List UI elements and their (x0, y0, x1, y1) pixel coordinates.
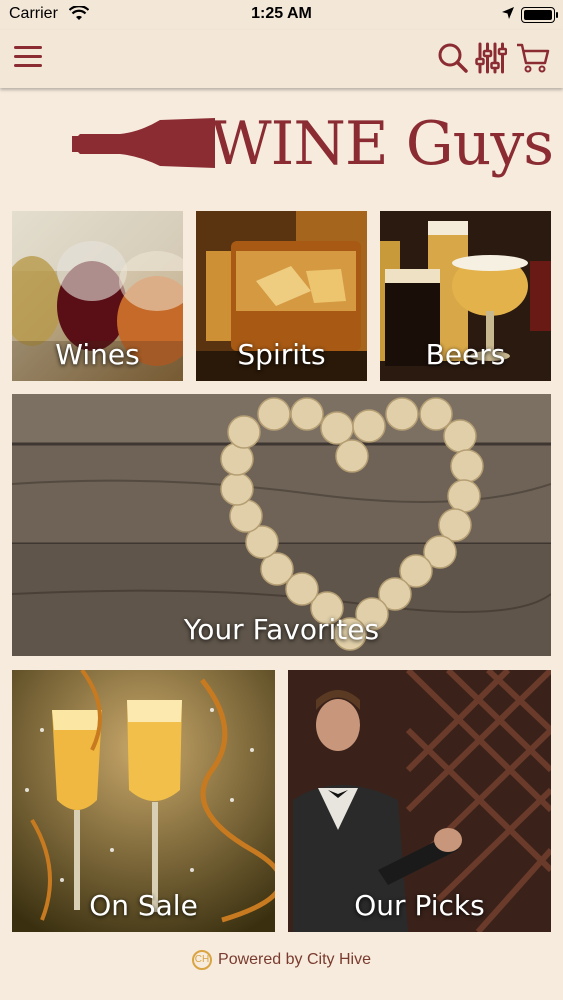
city-hive-logo-icon: CH (192, 950, 213, 970)
powered-by-text[interactable]: Powered by City Hive (218, 951, 371, 968)
hamburger-menu-icon[interactable] (14, 46, 42, 68)
category-label-spirits: Spirits (237, 338, 326, 371)
top-navbar (0, 30, 563, 88)
wine-bottle-icon (72, 118, 215, 168)
category-label-beers: Beers (425, 338, 506, 371)
category-label-your-favorites: Your Favorites (183, 613, 380, 646)
footer: CH Powered by City Hive (0, 950, 563, 976)
status-bar: Carrier 1:25 AM (0, 0, 563, 30)
status-time: 1:25 AM (251, 5, 312, 22)
store-logo: WINE Guys (70, 106, 554, 188)
category-label-our-picks: Our Picks (354, 889, 485, 922)
location-arrow-icon (501, 6, 515, 25)
search-icon[interactable] (437, 42, 469, 74)
category-tile-spirits[interactable]: Spirits (196, 211, 367, 381)
filter-icon[interactable] (475, 41, 508, 75)
category-tile-wines[interactable]: Wines (12, 211, 183, 381)
category-tile-our-picks[interactable]: Our Picks (288, 670, 551, 932)
logo-text: WINE Guys (210, 109, 554, 179)
cart-icon[interactable] (515, 42, 551, 74)
category-tile-on-sale[interactable]: On Sale (12, 670, 275, 932)
category-label-wines: Wines (55, 338, 140, 371)
category-label-on-sale: On Sale (89, 889, 198, 922)
category-tile-beers[interactable]: Beers (380, 211, 551, 381)
battery-icon (521, 7, 558, 23)
category-tile-your-favorites[interactable]: Your Favorites (12, 394, 551, 656)
